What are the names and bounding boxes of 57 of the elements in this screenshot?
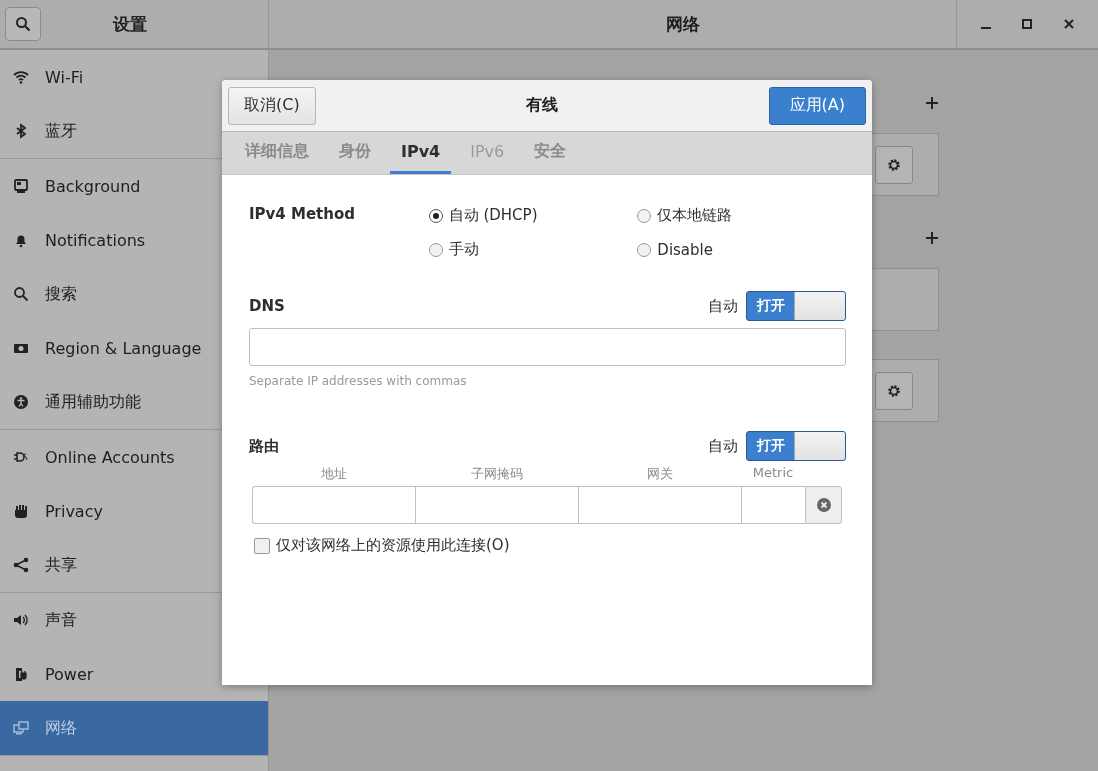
plug-icon <box>13 449 29 465</box>
ipv4-method-label: IPv4 Method <box>249 205 356 225</box>
column-header: 网关 <box>645 465 674 483</box>
apply-button[interactable]: 应用(A) <box>768 86 866 125</box>
computers-icon <box>13 720 29 736</box>
routes-label: 路由 <box>249 436 280 456</box>
route-input-field[interactable] <box>741 486 805 524</box>
close-icon[interactable] <box>1063 18 1076 30</box>
share-icon <box>13 557 29 573</box>
route-input-field[interactable] <box>415 486 578 524</box>
radio-button[interactable] <box>637 242 652 257</box>
sidebar-item[interactable]: Region & Language <box>0 321 268 375</box>
delete-button[interactable] <box>805 486 842 524</box>
route-input-field[interactable] <box>578 486 741 524</box>
maximize-icon[interactable] <box>1021 18 1034 30</box>
radio-label[interactable]: 手动 <box>448 240 479 259</box>
sidebar-title: 设置 <box>113 12 147 36</box>
add-icon[interactable] <box>925 96 939 110</box>
radio-button[interactable] <box>428 208 443 223</box>
settings-icon <box>886 156 902 173</box>
hand-icon <box>13 503 29 519</box>
search-icon <box>15 16 31 32</box>
settings-icon <box>886 382 902 399</box>
radio-button[interactable] <box>428 242 443 257</box>
search-button[interactable] <box>5 7 41 41</box>
hint-text: Separate IP addresses with commas <box>249 374 468 388</box>
column-header: Metric <box>751 464 795 482</box>
add-icon[interactable] <box>925 231 939 245</box>
settings-button[interactable] <box>875 371 913 410</box>
toggle-switch[interactable]: 打开 <box>746 291 846 321</box>
auto-label: 自动 <box>708 296 738 316</box>
sidebar-item[interactable]: Power <box>0 647 268 701</box>
clear-icon <box>816 498 831 512</box>
radio-button[interactable] <box>637 208 652 223</box>
search-icon <box>13 286 29 302</box>
toggle-switch[interactable]: 打开 <box>746 431 846 461</box>
settings-button[interactable] <box>875 145 913 184</box>
sidebar-item[interactable]: 声音 <box>0 593 268 647</box>
accessibility-icon <box>13 394 29 410</box>
wifi-icon <box>13 69 29 85</box>
route-input-field[interactable] <box>252 486 415 524</box>
dialog-title: 有线 <box>526 95 559 116</box>
sidebar-item[interactable]: 网络 <box>0 701 268 755</box>
radio-label[interactable]: 自动 (DHCP) <box>448 206 538 225</box>
column-header: 地址 <box>319 465 348 483</box>
dns-input-field[interactable] <box>249 328 846 366</box>
monitor-icon <box>13 178 29 194</box>
window-title: 网络 <box>664 12 701 36</box>
sidebar-item[interactable]: Privacy <box>0 484 268 538</box>
auto-label: 自动 <box>708 436 738 456</box>
column-header: 子网掩码 <box>469 465 524 483</box>
tab[interactable]: IPv4 <box>390 132 452 174</box>
radio-label[interactable]: 仅本地链路 <box>657 206 733 225</box>
cancel-button[interactable]: 取消(C) <box>228 86 316 125</box>
dns-label: DNS <box>249 297 286 315</box>
speaker-icon <box>13 612 29 628</box>
radio-label[interactable]: Disable <box>657 240 713 259</box>
